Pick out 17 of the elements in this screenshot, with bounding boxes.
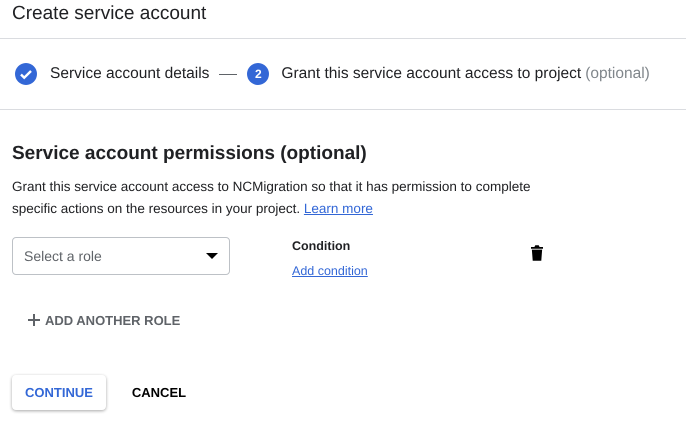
trash-icon[interactable]: [530, 245, 543, 261]
role-select[interactable]: Select a role: [12, 237, 230, 275]
description-text: Grant this service account access to NCMigration so that it has permission to complete specific actions on the resources in your project. Learn more: [12, 178, 532, 218]
cancel-button[interactable]: CANCEL: [118, 375, 200, 410]
add-condition-link[interactable]: Add condition: [292, 262, 368, 280]
plus-icon: [28, 314, 40, 326]
optional-note: (optional): [585, 64, 650, 84]
learn-more-link[interactable]: Learn more: [304, 201, 373, 216]
step-label: Grant this service account access to project: [281, 64, 582, 84]
step-label: Service account details: [50, 64, 210, 84]
page-title: Create service account: [12, 4, 206, 22]
continue-button[interactable]: CONTINUE: [12, 375, 106, 410]
caret-icon: [206, 253, 218, 259]
step-number: 2: [247, 63, 270, 85]
condition-label: Condition: [292, 238, 352, 255]
section-heading: Service account permissions (optional): [12, 144, 368, 163]
add-role-button[interactable]: ADD ANOTHER ROLE: [28, 310, 180, 330]
